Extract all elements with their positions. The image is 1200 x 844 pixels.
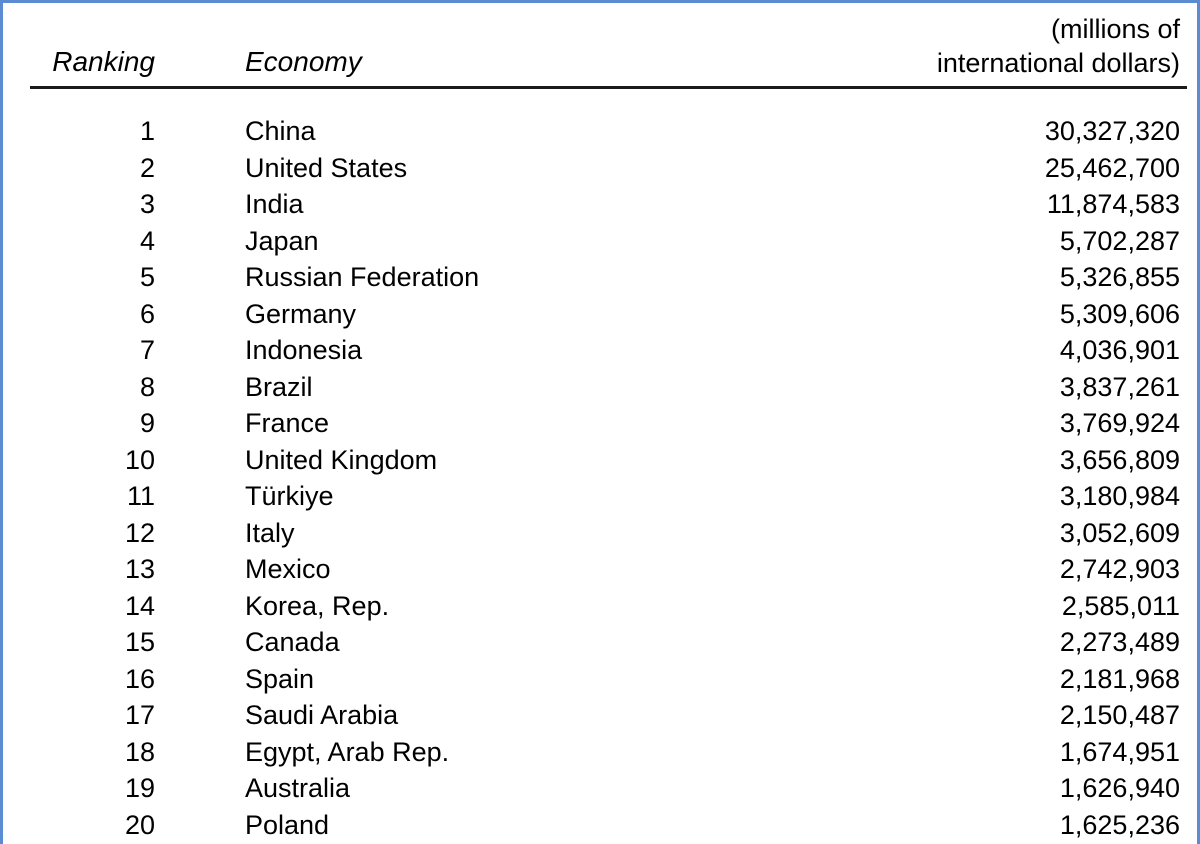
cell-economy: Egypt, Arab Rep. bbox=[245, 736, 450, 767]
cell-ranking: 5 bbox=[139, 262, 155, 292]
column-header-units-line1: (millions of bbox=[1050, 14, 1180, 44]
cell-value: 5,309,606 bbox=[1059, 298, 1180, 329]
cell-economy: Spain bbox=[245, 663, 315, 694]
cell-value: 5,702,287 bbox=[1059, 225, 1180, 256]
cell-ranking: 11 bbox=[126, 481, 155, 511]
cell-ranking: 17 bbox=[124, 700, 155, 730]
cell-value: 1,626,940 bbox=[1059, 773, 1180, 803]
cell-economy: Italy bbox=[245, 517, 295, 548]
cell-ranking: 6 bbox=[139, 298, 155, 329]
table-row: 20 Poland 1,625,236 bbox=[3, 807, 1197, 844]
cell-ranking: 12 bbox=[124, 517, 155, 548]
table-row: 9 France 3,769,924 bbox=[3, 405, 1197, 442]
cell-value: 1,674,951 bbox=[1059, 736, 1180, 767]
cell-ranking: 7 bbox=[139, 335, 155, 365]
table-body: 1 China 30,327,320 2 United States 25,462,700… bbox=[3, 113, 1197, 843]
cell-ranking: 9 bbox=[139, 408, 155, 438]
table-row: 19 Australia 1,626,940 bbox=[3, 770, 1197, 807]
cell-ranking: 20 bbox=[124, 809, 155, 840]
cell-value: 3,656,809 bbox=[1059, 444, 1180, 475]
cell-ranking: 15 bbox=[124, 627, 155, 657]
cell-value: 3,769,924 bbox=[1059, 408, 1180, 438]
cell-value: 3,052,609 bbox=[1059, 517, 1180, 548]
table-row: 10 United Kingdom 3,656,809 bbox=[3, 442, 1197, 479]
cell-value: 3,180,984 bbox=[1059, 481, 1180, 511]
cell-value: 2,273,489 bbox=[1059, 627, 1180, 657]
cell-ranking: 2 bbox=[139, 152, 155, 183]
cell-ranking: 4 bbox=[139, 225, 155, 256]
table-header: Ranking Economy (millions of internation… bbox=[3, 3, 1197, 89]
table-row: 12 Italy 3,052,609 bbox=[3, 515, 1197, 552]
column-header-units-line2: international dollars) bbox=[936, 48, 1180, 78]
cell-ranking: 1 bbox=[139, 116, 155, 146]
table-row: 11 Türkiye 3,180,984 bbox=[3, 478, 1197, 515]
cell-value: 30,327,320 bbox=[1044, 116, 1180, 146]
cell-economy: Indonesia bbox=[245, 335, 363, 365]
cell-economy: India bbox=[245, 189, 304, 219]
cell-ranking: 8 bbox=[139, 371, 155, 402]
cell-economy: Saudi Arabia bbox=[245, 700, 399, 730]
table-row: 7 Indonesia 4,036,901 bbox=[3, 332, 1197, 369]
cell-economy: Poland bbox=[245, 809, 330, 840]
cell-value: 1,625,236 bbox=[1059, 809, 1180, 840]
table-row: 1 China 30,327,320 bbox=[3, 113, 1197, 150]
cell-ranking: 19 bbox=[124, 773, 155, 803]
cell-economy: Australia bbox=[245, 773, 351, 803]
column-header-economy: Economy bbox=[245, 46, 362, 77]
cell-ranking: 16 bbox=[124, 663, 155, 694]
cell-economy: Korea, Rep. bbox=[245, 590, 390, 621]
cell-economy: China bbox=[245, 116, 316, 146]
table-row: 18 Egypt, Arab Rep. 1,674,951 bbox=[3, 734, 1197, 771]
table-row: 13 Mexico 2,742,903 bbox=[3, 551, 1197, 588]
cell-economy: Canada bbox=[245, 627, 340, 657]
table-row: 17 Saudi Arabia 2,150,487 bbox=[3, 697, 1197, 734]
cell-economy: Russian Federation bbox=[245, 262, 480, 292]
table-row: 2 United States 25,462,700 bbox=[3, 150, 1197, 187]
cell-value: 2,181,968 bbox=[1059, 663, 1180, 694]
column-header-units: (millions of international dollars) bbox=[620, 12, 1180, 80]
cell-value: 2,585,011 bbox=[1061, 590, 1180, 621]
cell-economy: United Kingdom bbox=[245, 444, 438, 475]
cell-economy: United States bbox=[245, 152, 408, 183]
cell-value: 3,837,261 bbox=[1059, 371, 1180, 402]
table-row: 14 Korea, Rep. 2,585,011 bbox=[3, 588, 1197, 625]
cell-ranking: 13 bbox=[124, 554, 155, 584]
cell-economy: Mexico bbox=[245, 554, 331, 584]
cell-ranking: 18 bbox=[124, 736, 155, 767]
table-container: Ranking Economy (millions of internation… bbox=[3, 3, 1197, 844]
cell-economy: Brazil bbox=[245, 371, 313, 402]
cell-economy: Türkiye bbox=[245, 481, 334, 511]
cell-value: 5,326,855 bbox=[1059, 262, 1180, 292]
cell-economy: Japan bbox=[245, 225, 319, 256]
table-row: 5 Russian Federation 5,326,855 bbox=[3, 259, 1197, 296]
table-page: Ranking Economy (millions of internation… bbox=[0, 0, 1200, 844]
table-row: 8 Brazil 3,837,261 bbox=[3, 369, 1197, 406]
cell-value: 11,874,583 bbox=[1046, 189, 1180, 219]
header-rule bbox=[30, 86, 1187, 89]
cell-value: 2,742,903 bbox=[1059, 554, 1180, 584]
cell-value: 25,462,700 bbox=[1044, 152, 1180, 183]
cell-economy: Germany bbox=[245, 298, 357, 329]
column-header-ranking: Ranking bbox=[52, 46, 155, 77]
cell-value: 4,036,901 bbox=[1059, 335, 1180, 365]
cell-ranking: 10 bbox=[124, 444, 155, 475]
cell-value: 2,150,487 bbox=[1059, 700, 1180, 730]
table-row: 15 Canada 2,273,489 bbox=[3, 624, 1197, 661]
table-row: 3 India 11,874,583 bbox=[3, 186, 1197, 223]
table-row: 4 Japan 5,702,287 bbox=[3, 223, 1197, 260]
cell-economy: France bbox=[245, 408, 330, 438]
cell-ranking: 3 bbox=[139, 189, 155, 219]
table-row: 6 Germany 5,309,606 bbox=[3, 296, 1197, 333]
cell-ranking: 14 bbox=[124, 590, 155, 621]
table-row: 16 Spain 2,181,968 bbox=[3, 661, 1197, 698]
